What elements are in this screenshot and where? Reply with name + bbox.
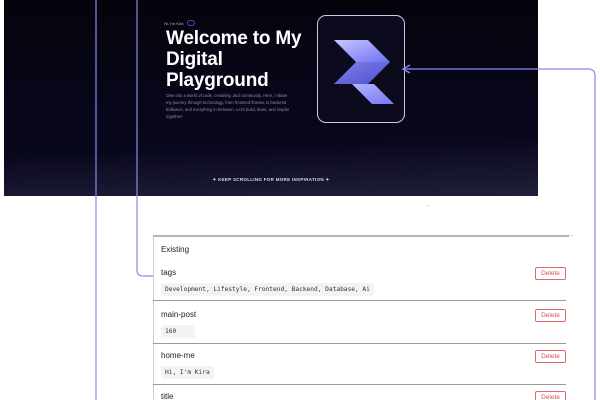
screen: Hi, I'm Kira Welcome to My Digital Playg… [0, 0, 600, 400]
entry-value-field[interactable]: 160 [161, 325, 195, 338]
entry-value-field[interactable]: Hi, I'm Kira [161, 366, 214, 379]
hero-preview: Hi, I'm Kira Welcome to My Digital Playg… [4, 0, 538, 196]
delete-button[interactable]: Delete [535, 267, 566, 280]
entry-main-post: main-post Delete 160 [161, 309, 566, 338]
entry-divider [153, 384, 566, 385]
entry-value-field[interactable]: Development, Lifestyle, Frontend, Backen… [161, 283, 374, 296]
hero-title: Welcome to My Digital Playground [166, 28, 302, 91]
entry-divider [153, 300, 566, 301]
entry-key: title [161, 392, 174, 400]
hero-intro-row: Hi, I'm Kira [164, 20, 196, 26]
hero-floor-gradient [4, 135, 538, 196]
entry-divider [153, 343, 566, 344]
entry-tags: tags Delete Development, Lifestyle, Fron… [161, 267, 566, 296]
logo-card[interactable] [317, 15, 405, 123]
panel-top-edge [153, 235, 569, 237]
delete-button[interactable]: Delete [535, 350, 566, 363]
entry-title: title Delete [161, 391, 566, 400]
entry-key: main-post [161, 310, 197, 319]
delete-button[interactable]: Delete [535, 391, 566, 400]
hero-intro-text: Hi, I'm Kira [164, 20, 184, 26]
hero-subtitle: Dive into a world of code, creativity, a… [166, 93, 290, 119]
hero-intro-badge [187, 20, 196, 26]
entry-key: tags [161, 268, 177, 277]
existing-heading: Existing [161, 245, 190, 254]
entry-key: home-me [161, 351, 195, 360]
scroll-hint: ✦ KEEP SCROLLING FOR MORE INSPIRATION ✦ [212, 177, 330, 182]
entry-home-me: home-me Delete Hi, I'm Kira [161, 350, 566, 379]
delete-button[interactable]: Delete [535, 309, 566, 322]
divider-dot [427, 205, 429, 206]
layered-s-logo-icon [334, 40, 394, 104]
